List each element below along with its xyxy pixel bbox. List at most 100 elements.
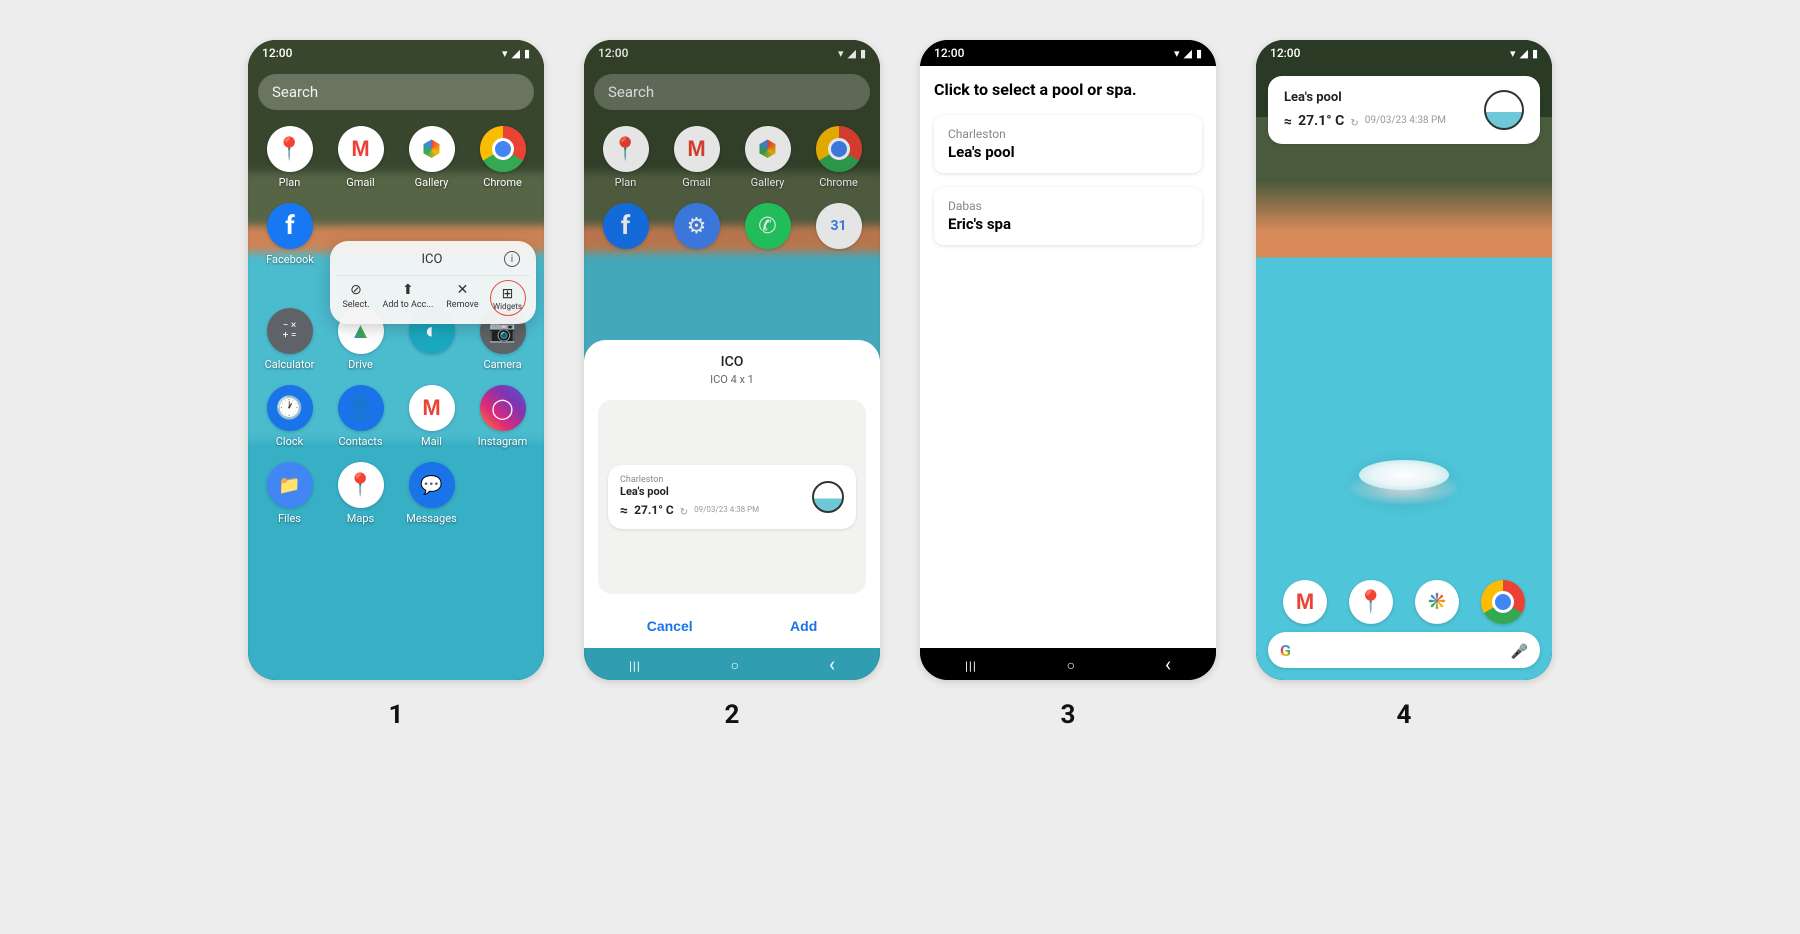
widget-location: Charleston bbox=[620, 475, 802, 485]
nav-back[interactable] bbox=[1165, 652, 1171, 676]
widget-pool-name: Lea's pool bbox=[1284, 90, 1474, 105]
widget-temperature: 27.1° C bbox=[634, 503, 674, 517]
maps-pin-icon bbox=[267, 126, 313, 172]
step-number-4: 4 bbox=[1397, 700, 1412, 730]
pool-option-leas-pool[interactable]: Charleston Lea's pool bbox=[934, 115, 1202, 173]
wave-icon bbox=[620, 500, 628, 519]
popup-action-select[interactable]: ⊘Select. bbox=[340, 280, 371, 316]
app-gallery[interactable]: Gallery bbox=[400, 126, 464, 189]
app-facebook[interactable]: Facebook bbox=[258, 203, 322, 266]
app-maps[interactable]: Maps bbox=[329, 462, 393, 525]
sheet-title: ICO bbox=[598, 354, 866, 370]
status-time: 12:00 bbox=[262, 46, 292, 60]
widget-timestamp: 09/03/23 4:38 PM bbox=[1365, 115, 1446, 126]
nav-home[interactable] bbox=[731, 655, 739, 674]
pool-option-erics-spa[interactable]: Dabas Eric's spa bbox=[934, 187, 1202, 245]
wifi-icon: ▾ bbox=[502, 47, 508, 60]
close-icon: ✕ bbox=[457, 282, 469, 298]
widget-preview-card[interactable]: Charleston Lea's pool 27.1° C 09/03/23 4… bbox=[608, 465, 856, 529]
messages-icon bbox=[409, 462, 455, 508]
app-plan[interactable]: Plan bbox=[258, 126, 322, 189]
battery-icon: ▮ bbox=[524, 47, 530, 60]
google-logo-icon bbox=[1280, 641, 1291, 660]
status-time: 12:00 bbox=[934, 46, 964, 60]
contacts-icon bbox=[338, 385, 384, 431]
widgets-icon: ⊞ bbox=[502, 286, 514, 302]
app-contacts[interactable]: Contacts bbox=[329, 385, 393, 448]
pool-device-illustration bbox=[1359, 460, 1449, 490]
dock-maps[interactable] bbox=[1349, 580, 1393, 624]
picker-title: Click to select a pool or spa. bbox=[934, 80, 1202, 99]
app-chrome[interactable]: Chrome bbox=[471, 126, 535, 189]
widget-timestamp: 09/03/23 4:38 PM bbox=[694, 505, 759, 514]
popup-action-widgets[interactable]: ⊞Widgets bbox=[490, 280, 526, 316]
widget-picker-sheet: ICO ICO 4 x 1 Charleston Lea's pool 27.1… bbox=[584, 340, 880, 648]
search-placeholder: Search bbox=[272, 83, 318, 101]
water-level-icon bbox=[812, 481, 844, 513]
upload-icon: ⬆ bbox=[402, 282, 414, 298]
app-gmail[interactable]: Gmail bbox=[329, 126, 393, 189]
wave-icon bbox=[1284, 111, 1292, 130]
dock-photos[interactable] bbox=[1415, 580, 1459, 624]
signal-icon: ◢ bbox=[511, 47, 519, 60]
phone-screenshot-2: 12:00 ▾◢▮ Search Plan Gmail Gallery Chro… bbox=[584, 40, 880, 680]
check-circle-icon: ⊘ bbox=[350, 282, 362, 298]
step-number-1: 1 bbox=[389, 700, 404, 730]
option-location: Dabas bbox=[948, 199, 1188, 213]
gallery-icon bbox=[409, 126, 455, 172]
status-icons: ▾◢▮ bbox=[1174, 47, 1202, 60]
navigation-bar bbox=[920, 648, 1216, 680]
instagram-icon bbox=[480, 385, 526, 431]
longpress-popup: ICO i ⊘Select. ⬆Add to Acc... ✕Remove ⊞W… bbox=[330, 241, 536, 324]
nav-back[interactable] bbox=[829, 652, 835, 676]
option-name: Lea's pool bbox=[948, 143, 1188, 161]
widget-preview-container: Charleston Lea's pool 27.1° C 09/03/23 4… bbox=[598, 400, 866, 594]
widget-temperature: 27.1° C bbox=[1298, 113, 1344, 129]
mic-icon[interactable] bbox=[1511, 641, 1528, 660]
google-search-bar[interactable] bbox=[1268, 632, 1540, 668]
app-mail[interactable]: Mail bbox=[400, 385, 464, 448]
maps-icon bbox=[338, 462, 384, 508]
step-number-2: 2 bbox=[725, 700, 740, 730]
water-level-icon bbox=[1484, 90, 1524, 130]
info-icon[interactable]: i bbox=[504, 251, 520, 267]
app-files[interactable]: Files bbox=[258, 462, 322, 525]
chrome-icon bbox=[480, 126, 526, 172]
nav-recents[interactable] bbox=[965, 655, 977, 674]
app-grid: Plan Gmail Gallery Chrome bbox=[248, 118, 544, 189]
app-messages[interactable]: Messages bbox=[400, 462, 464, 525]
refresh-icon bbox=[680, 500, 688, 519]
popup-title: ICO bbox=[346, 252, 504, 267]
refresh-icon[interactable] bbox=[1350, 111, 1358, 130]
dock bbox=[1256, 580, 1552, 624]
status-icons: ▾◢▮ bbox=[1510, 47, 1538, 60]
cancel-button[interactable]: Cancel bbox=[647, 618, 693, 634]
search-input[interactable]: Search bbox=[258, 74, 534, 110]
pool-picker-screen: Click to select a pool or spa. Charlesto… bbox=[920, 66, 1216, 648]
popup-action-add-to-account[interactable]: ⬆Add to Acc... bbox=[380, 280, 435, 316]
nav-recents[interactable] bbox=[629, 655, 641, 674]
widget-pool-name: Lea's pool bbox=[620, 485, 802, 498]
home-widget[interactable]: Lea's pool 27.1° C 09/03/23 4:38 PM bbox=[1268, 76, 1540, 144]
sheet-subtitle: ICO 4 x 1 bbox=[598, 373, 866, 386]
app-calculator[interactable]: Calculator bbox=[258, 308, 322, 371]
step-number-3: 3 bbox=[1061, 700, 1076, 730]
calculator-icon bbox=[267, 308, 313, 354]
option-name: Eric's spa bbox=[948, 215, 1188, 233]
app-instagram[interactable]: Instagram bbox=[471, 385, 535, 448]
status-bar: 12:00 ▾◢▮ bbox=[1256, 40, 1552, 66]
dock-gmail[interactable] bbox=[1283, 580, 1327, 624]
popup-action-remove[interactable]: ✕Remove bbox=[444, 280, 480, 316]
nav-home[interactable] bbox=[1067, 655, 1075, 674]
clock-icon bbox=[267, 385, 313, 431]
files-icon bbox=[267, 462, 313, 508]
status-icons: ▾ ◢ ▮ bbox=[502, 47, 530, 60]
status-bar: 12:00 ▾◢▮ bbox=[920, 40, 1216, 66]
app-clock[interactable]: Clock bbox=[258, 385, 322, 448]
app-grid-2: Calculator Drive Camera Clock Contacts M… bbox=[248, 300, 544, 525]
add-button[interactable]: Add bbox=[790, 618, 817, 634]
gmail-icon bbox=[338, 126, 384, 172]
status-bar: 12:00 ▾ ◢ ▮ bbox=[248, 40, 544, 66]
phone-screenshot-3: 12:00 ▾◢▮ Click to select a pool or spa.… bbox=[920, 40, 1216, 680]
dock-chrome[interactable] bbox=[1481, 580, 1525, 624]
